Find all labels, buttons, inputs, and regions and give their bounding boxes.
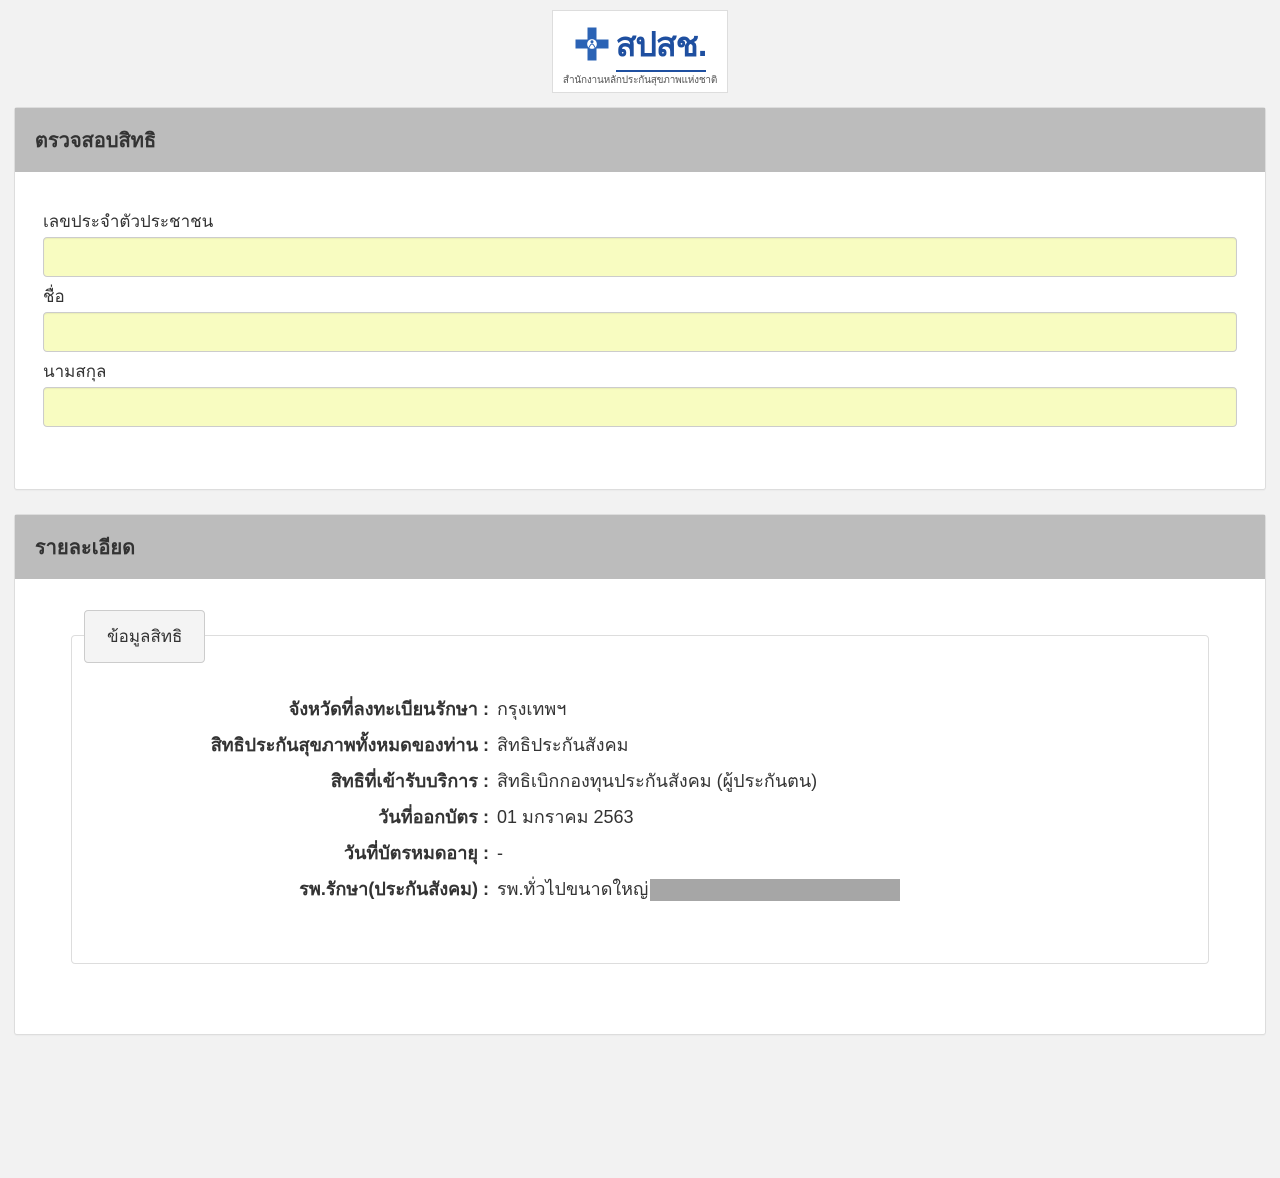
hospital-label: รพ.รักษา(ประกันสังคม) : <box>102 876 497 902</box>
medical-cross-icon <box>574 26 610 62</box>
expire-date-value: - <box>497 840 1178 866</box>
details-header: รายละเอียด <box>15 515 1265 579</box>
hospital-value: รพ.ทั่วไปขนาดใหญ่ <box>497 876 1178 902</box>
province-label: จังหวัดที่ลงทะเบียนรักษา : <box>102 696 497 722</box>
info-row-service-rights: สิทธิที่เข้ารับบริการ : สิทธิเบิกกองทุนป… <box>102 768 1178 794</box>
info-row-expire-date: วันที่บัตรหมดอายุ : - <box>102 840 1178 866</box>
health-rights-label: สิทธิประกันสุขภาพทั้งหมดของท่าน : <box>102 732 497 758</box>
check-rights-header: ตรวจสอบสิทธิ <box>15 108 1265 172</box>
first-name-label: ชื่อ <box>43 283 1237 310</box>
citizen-id-input[interactable] <box>43 237 1237 277</box>
health-rights-value: สิทธิประกันสังคม <box>497 732 1178 758</box>
service-rights-label: สิทธิที่เข้ารับบริการ : <box>102 768 497 794</box>
expire-date-label: วันที่บัตรหมดอายุ : <box>102 840 497 866</box>
logo-container: สปสช. สำนักงานหลักประกันสุขภาพแห่งชาติ <box>0 10 1280 93</box>
info-row-hospital: รพ.รักษา(ประกันสังคม) : รพ.ทั่วไปขนาดใหญ… <box>102 876 1178 902</box>
last-name-label: นามสกุล <box>43 358 1237 385</box>
citizen-id-label: เลขประจำตัวประชาชน <box>43 208 1237 235</box>
province-value: กรุงเทพฯ <box>497 696 1178 722</box>
rights-info-fieldset: ข้อมูลสิทธิ จังหวัดที่ลงทะเบียนรักษา : ก… <box>71 635 1209 964</box>
service-rights-value: สิทธิเบิกกองทุนประกันสังคม (ผู้ประกันตน) <box>497 768 1178 794</box>
redacted-block <box>650 879 900 901</box>
info-row-province: จังหวัดที่ลงทะเบียนรักษา : กรุงเทพฯ <box>102 696 1178 722</box>
hospital-value-text: รพ.ทั่วไปขนาดใหญ่ <box>497 876 648 902</box>
logo-box: สปสช. สำนักงานหลักประกันสุขภาพแห่งชาติ <box>552 10 728 93</box>
first-name-input[interactable] <box>43 312 1237 352</box>
rights-info-legend: ข้อมูลสิทธิ <box>84 610 205 663</box>
last-name-input[interactable] <box>43 387 1237 427</box>
issue-date-label: วันที่ออกบัตร : <box>102 804 497 830</box>
issue-date-value: 01 มกราคม 2563 <box>497 804 1178 830</box>
logo-subtitle: สำนักงานหลักประกันสุขภาพแห่งชาติ <box>563 73 717 88</box>
details-panel: รายละเอียด ข้อมูลสิทธิ จังหวัดที่ลงทะเบี… <box>14 514 1266 1035</box>
logo-title: สปสช. <box>616 17 707 71</box>
info-row-issue-date: วันที่ออกบัตร : 01 มกราคม 2563 <box>102 804 1178 830</box>
check-rights-panel: ตรวจสอบสิทธิ เลขประจำตัวประชาชน ชื่อ นาม… <box>14 107 1266 490</box>
info-row-health-rights: สิทธิประกันสุขภาพทั้งหมดของท่าน : สิทธิป… <box>102 732 1178 758</box>
